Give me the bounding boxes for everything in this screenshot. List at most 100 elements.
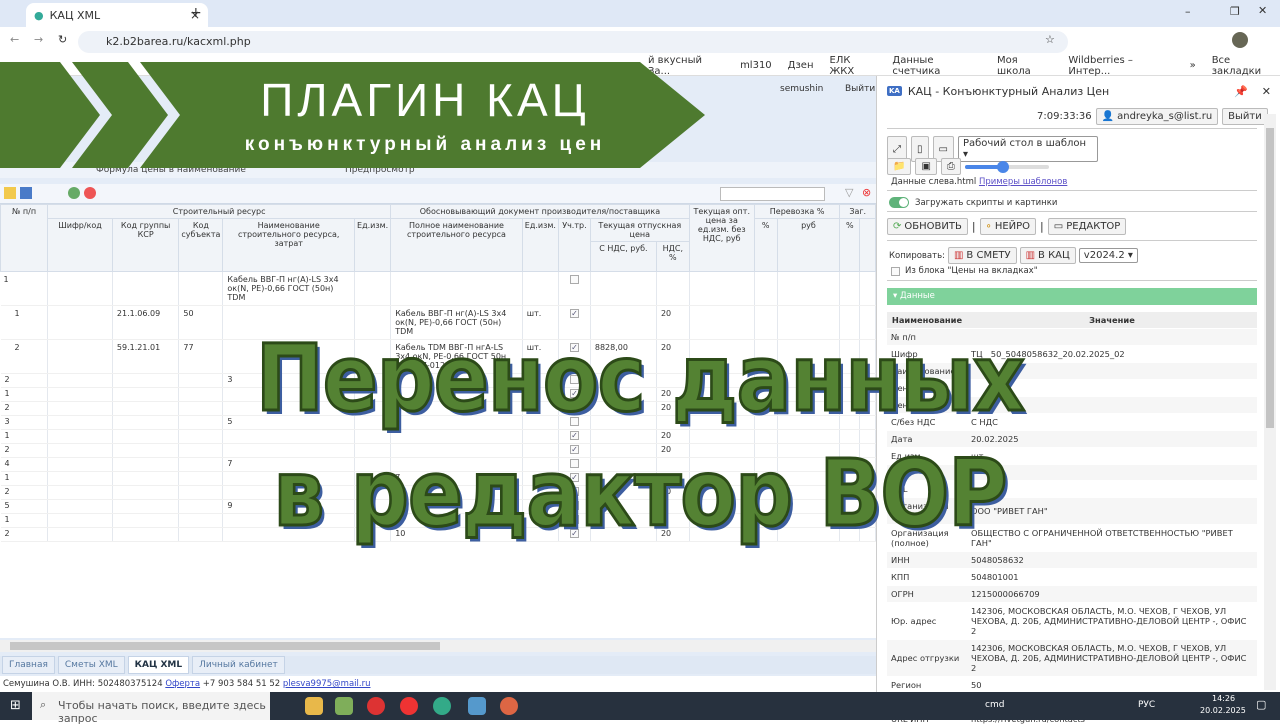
window-icon: ▭ bbox=[1053, 221, 1064, 232]
yandex-browser-icon[interactable] bbox=[367, 697, 385, 715]
col-pct[interactable]: % bbox=[753, 218, 778, 272]
new-tab-button[interactable]: + bbox=[190, 5, 202, 21]
col-shifr[interactable]: Шифр/код bbox=[47, 218, 113, 272]
load-scripts-toggle[interactable] bbox=[889, 197, 909, 208]
grid-search-input[interactable] bbox=[720, 187, 825, 201]
uch-checkbox[interactable]: ✓ bbox=[569, 309, 579, 318]
refresh-icon[interactable] bbox=[68, 187, 80, 199]
field-value[interactable]: 1215000066709 bbox=[967, 585, 1257, 603]
clock-date[interactable]: 20.02.2025 bbox=[1200, 706, 1246, 715]
panel-logout-button[interactable]: Выйти bbox=[1222, 108, 1268, 125]
clear-filter-icon[interactable]: ⊗ bbox=[862, 186, 871, 199]
clock-time[interactable]: 14:26 bbox=[1212, 694, 1235, 703]
print-icon[interactable]: ⎙ bbox=[940, 158, 961, 175]
col-name[interactable]: Наименование строительного ресурса, затр… bbox=[222, 218, 356, 272]
bookmark[interactable]: ml310 bbox=[740, 60, 772, 71]
all-bookmarks[interactable]: Все закладки bbox=[1212, 55, 1280, 77]
close-panel-icon[interactable]: ✕ bbox=[1254, 85, 1280, 98]
col-vat-price[interactable]: С НДС, руб. bbox=[589, 241, 657, 272]
chrome-icon[interactable] bbox=[433, 697, 451, 715]
examples-link[interactable]: Примеры шаблонов bbox=[979, 177, 1067, 187]
account-button[interactable]: 👤 andreyka_s@list.ru bbox=[1095, 108, 1219, 125]
pin-icon[interactable]: 📌 bbox=[1234, 85, 1248, 98]
horizontal-scrollbar[interactable] bbox=[0, 640, 876, 652]
bookmark[interactable]: Wildberries – Интер... bbox=[1068, 55, 1173, 77]
refresh-icon: ⟳ bbox=[893, 221, 902, 232]
zoom-slider[interactable] bbox=[964, 160, 1049, 173]
start-button[interactable]: ⊞ bbox=[10, 698, 21, 713]
bookmark[interactable]: ЕЛК ЖКХ bbox=[830, 55, 877, 77]
field-value[interactable]: 142306, МОСКОВСКАЯ ОБЛАСТЬ, М.О. ЧЕХОВ, … bbox=[967, 602, 1257, 640]
bookmark[interactable]: Дзен bbox=[788, 60, 814, 71]
browser-tab[interactable]: ● КАЦ XML × bbox=[26, 3, 208, 27]
uch-checkbox[interactable]: ✓ bbox=[569, 431, 579, 440]
uch-checkbox[interactable] bbox=[569, 275, 579, 284]
powerpoint-icon[interactable] bbox=[500, 697, 518, 715]
monitor-icon[interactable]: ▣ bbox=[915, 158, 937, 175]
app-icon[interactable] bbox=[335, 697, 353, 715]
help-icon[interactable] bbox=[84, 187, 96, 199]
copy-to-kac-button[interactable]: ▥ В КАЦ bbox=[1019, 247, 1076, 264]
cell-chk[interactable] bbox=[558, 271, 591, 306]
minimize-button[interactable]: – bbox=[1185, 5, 1191, 18]
copy-to-smeta-button[interactable]: ▥ В СМЕТУ bbox=[947, 247, 1017, 264]
col-uch[interactable]: Уч.тр. bbox=[557, 218, 591, 272]
editor-button[interactable]: ▭ РЕДАКТОР bbox=[1047, 218, 1127, 235]
close-window-button[interactable]: ✕ bbox=[1258, 4, 1267, 17]
version-select[interactable]: v2024.2 ▾ bbox=[1078, 248, 1138, 263]
forward-button[interactable]: → bbox=[34, 33, 43, 46]
notification-icon[interactable]: ▢ bbox=[1256, 698, 1266, 711]
language-indicator[interactable]: РУС bbox=[1138, 700, 1155, 710]
field-value[interactable]: 5048058632 bbox=[967, 551, 1257, 569]
col-vat[interactable]: НДС, % bbox=[655, 241, 690, 272]
maximize-button[interactable]: ❐ bbox=[1230, 5, 1240, 18]
col-rub[interactable]: руб bbox=[776, 218, 841, 272]
globe-icon: ● bbox=[34, 8, 44, 22]
logout-link[interactable]: Выйти bbox=[845, 84, 875, 94]
folder-icon[interactable]: 📁 bbox=[887, 158, 912, 175]
col-ksr[interactable]: Код группы КСР bbox=[111, 218, 180, 272]
col-opt-price[interactable]: Текущая опт. цена за ед.изм. без НДС, ру… bbox=[688, 204, 755, 272]
field-value[interactable]: 504801001 bbox=[967, 568, 1257, 586]
yandex-icon[interactable] bbox=[400, 697, 418, 715]
banner-title: ПЛАГИН КАЦ bbox=[260, 74, 590, 126]
star-icon[interactable]: ☆ bbox=[1045, 33, 1055, 46]
save-icon[interactable] bbox=[20, 187, 32, 199]
tab-kac-xml[interactable]: КАЦ XML bbox=[127, 656, 190, 674]
explorer-icon[interactable] bbox=[305, 697, 323, 715]
chart-icon: ▥ bbox=[1025, 250, 1036, 261]
data-section-header[interactable]: ▾ Данные bbox=[887, 288, 1257, 305]
app2-icon[interactable] bbox=[468, 697, 486, 715]
field-value[interactable]: 50 bbox=[967, 676, 1257, 694]
bookmark[interactable]: Моя школа bbox=[997, 55, 1052, 77]
panel-scrollbar[interactable] bbox=[1264, 114, 1276, 690]
email-link[interactable]: plesva9975@mail.ru bbox=[283, 679, 371, 689]
from-block-checkbox[interactable] bbox=[891, 266, 900, 276]
tab-main[interactable]: Главная bbox=[2, 656, 55, 674]
refresh-button[interactable]: ⟳ ОБНОВИТЬ bbox=[887, 218, 968, 235]
col-num[interactable]: № п/п bbox=[0, 204, 49, 272]
filter-icon[interactable]: ▽ bbox=[845, 186, 853, 199]
col-unit[interactable]: Ед.изм. bbox=[354, 218, 392, 272]
reload-button[interactable]: ↻ bbox=[58, 33, 67, 46]
col-pct2[interactable]: % bbox=[839, 218, 861, 272]
table-row[interactable]: 1 Кабель ВВГ-П нг(А)-LS 3х4 ок(N, PE)-0,6… bbox=[0, 271, 876, 306]
open-icon[interactable] bbox=[4, 187, 16, 199]
url-input[interactable]: k2.b2barea.ru/kacxml.php bbox=[78, 31, 1068, 53]
col-full-name[interactable]: Полное наименование строительного ресурс… bbox=[390, 218, 523, 272]
back-button[interactable]: ← bbox=[10, 33, 19, 46]
col-unit2[interactable]: Ед.изм. bbox=[521, 218, 559, 272]
taskbar-search[interactable]: Чтобы начать поиск, введите здесь запрос bbox=[32, 692, 270, 725]
tab-account[interactable]: Личный кабинет bbox=[192, 656, 285, 674]
col-subject[interactable]: Код субъекта bbox=[178, 218, 224, 272]
offer-link[interactable]: Оферта bbox=[165, 679, 200, 689]
cmd-toolbar[interactable]: cmd bbox=[985, 700, 1004, 710]
more-bookmarks[interactable]: » bbox=[1190, 60, 1196, 71]
bookmark[interactable]: Данные счетчика bbox=[892, 55, 981, 77]
grid-toolbar: ⊗ ▽ bbox=[0, 184, 876, 204]
field-value[interactable]: 142306, МОСКОВСКАЯ ОБЛАСТЬ, М.О. ЧЕХОВ, … bbox=[967, 639, 1257, 677]
tab-smety-xml[interactable]: Сметы XML bbox=[57, 656, 125, 674]
user-link[interactable]: semushin bbox=[780, 84, 823, 94]
neuro-button[interactable]: ∘ НЕЙРО bbox=[979, 218, 1037, 235]
profile-avatar[interactable] bbox=[1232, 32, 1248, 48]
